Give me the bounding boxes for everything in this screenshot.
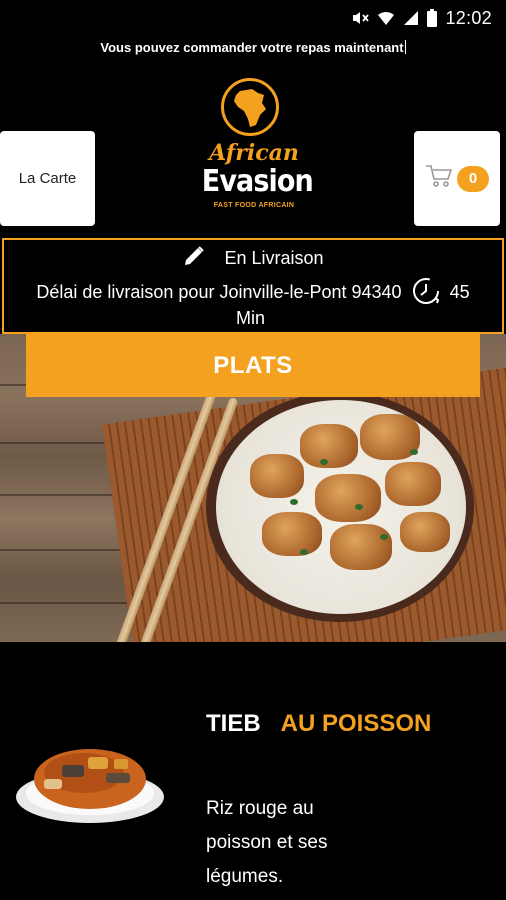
brand-logo: African Evasion FAST FOOD AFRICAIN: [196, 78, 314, 218]
promo-text: Vous pouvez commander votre repas mainte…: [100, 40, 404, 55]
menu-item-title-part2: AU POISSON: [280, 710, 432, 737]
menu-item-description: Riz rouge au poisson et ses légumes.: [206, 798, 328, 887]
promo-message: Vous pouvez commander votre repas mainte…: [0, 40, 506, 55]
status-bar: 12:02: [0, 0, 506, 36]
delivery-delay-text: Délai de livraison pour Joinville-le-Pon…: [36, 282, 402, 302]
cart-count-badge: 0: [457, 165, 489, 192]
battery-icon: [427, 9, 438, 27]
menu-button[interactable]: La Carte: [0, 131, 95, 226]
mute-icon: [351, 10, 370, 26]
category-banner[interactable]: PLATS: [26, 334, 480, 397]
delivery-delay-unit: Min: [236, 308, 266, 328]
africa-emblem: [221, 78, 279, 136]
cart-icon: [425, 164, 453, 193]
menu-item-title-part1: TIEB: [206, 710, 261, 737]
menu-button-label: La Carte: [18, 170, 77, 187]
category-title: PLATS: [213, 351, 293, 379]
menu-item[interactable]: TIEB AU POISSON Riz rouge au poisson et s…: [0, 642, 506, 900]
wifi-icon: [377, 10, 395, 26]
signal-icon: [403, 10, 419, 26]
delivery-info[interactable]: En Livraison Délai de livraison pour Joi…: [2, 238, 504, 334]
menu-item-title[interactable]: TIEB AU POISSON: [206, 710, 431, 738]
delivery-mode-label: En Livraison: [224, 248, 324, 268]
text-caret: [404, 40, 406, 54]
cart-button[interactable]: 0: [414, 131, 500, 226]
brand-tagline: FAST FOOD AFRICAIN: [213, 202, 295, 209]
dish-image[interactable]: [14, 735, 166, 825]
delivery-delay-line: Délai de livraison pour Joinville-le-Pon…: [4, 276, 502, 311]
africa-map-icon: [234, 89, 266, 127]
delivery-delay-value: 45: [449, 282, 470, 302]
clock-time: 12:02: [445, 7, 492, 28]
delivery-mode[interactable]: En Livraison: [4, 244, 502, 273]
brand-line2: Evasion: [201, 164, 314, 199]
pencil-icon[interactable]: [182, 244, 206, 273]
clock-icon: [411, 276, 441, 311]
brand-line1: African: [209, 140, 299, 166]
